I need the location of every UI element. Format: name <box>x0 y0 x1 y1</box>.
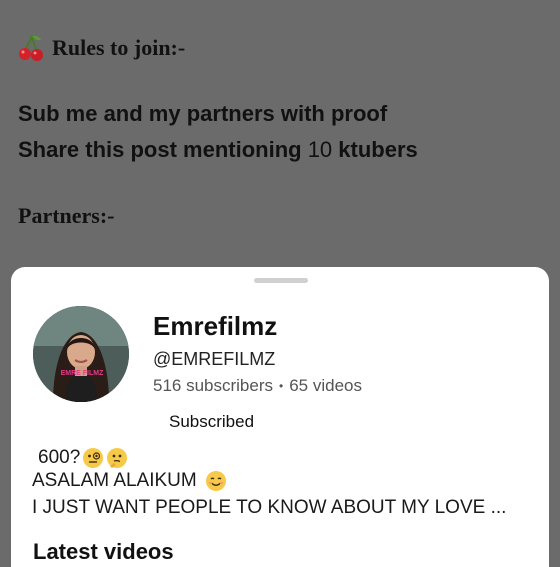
channel-name: Emrefilmz <box>153 311 278 341</box>
channel-stats: 516 subscribers • 65 videos <box>153 376 362 396</box>
avatar[interactable]: EMRE FILMZ <box>33 306 129 402</box>
description-line-3[interactable]: I JUST WANT PEOPLE TO KNOW ABOUT MY LOVE… <box>32 497 506 519</box>
description-line-2-text: ASALAM ALAIKUM <box>32 470 197 491</box>
description-line-1[interactable]: 600? <box>38 447 128 469</box>
description-line-1-text: 600? <box>38 447 81 468</box>
avatar-caption: EMRE FILMZ <box>60 370 104 377</box>
latest-videos-heading: Latest videos <box>33 539 174 564</box>
sheet-drag-handle[interactable] <box>254 278 308 283</box>
stats-separator: • <box>279 379 284 393</box>
smiling-face-icon <box>205 471 226 491</box>
post-line-1: Sub me and my partners with proof <box>18 101 388 126</box>
rules-heading: Rules to join:- <box>18 34 185 62</box>
post-line-2: Share this post mentioning 10 ktubers <box>18 137 418 163</box>
post-line-2-number: 10 <box>307 137 333 162</box>
channel-bottom-sheet: EMRE FILMZ Emrefilmz @EMREFILMZ 516 subs… <box>11 267 549 567</box>
subscribed-button[interactable]: Subscribed <box>153 405 275 439</box>
cherry-icon <box>19 35 43 61</box>
description-line-2[interactable]: ASALAM ALAIKUM <box>32 470 227 492</box>
thinking-face-icon <box>107 448 128 468</box>
channel-handle: @EMREFILMZ <box>153 349 276 369</box>
face-with-monocle-icon <box>83 448 104 468</box>
rules-title-text: Rules to join:- <box>52 35 186 60</box>
subscriber-count: 516 subscribers <box>153 376 274 395</box>
video-count: 65 videos <box>289 376 362 395</box>
avatar-image <box>33 306 129 402</box>
post-line-2-start: Share this post mentioning <box>18 137 308 162</box>
post-line-2-end: ktubers <box>332 137 418 162</box>
partners-heading: Partners:- <box>18 203 115 228</box>
